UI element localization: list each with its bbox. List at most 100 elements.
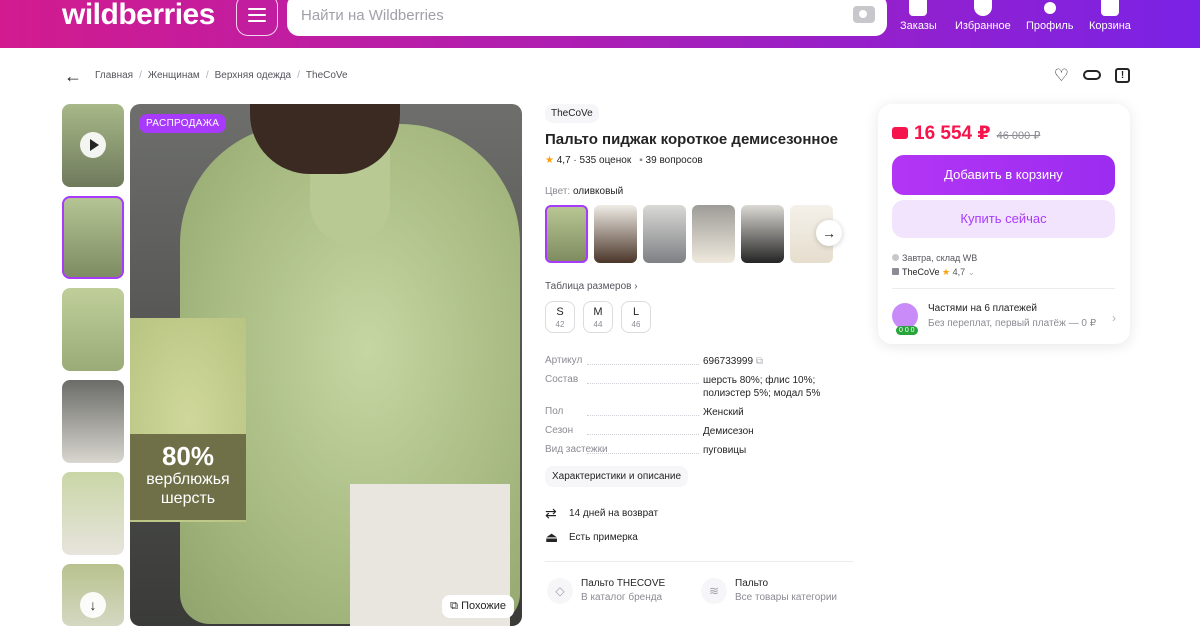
thumbnail-selected[interactable] (62, 196, 124, 279)
search-placeholder: Найти на Wildberries (301, 6, 444, 24)
brand-link-sub: В каталог бренда (581, 592, 663, 603)
breadcrumb: Главная / Женщинам / Верхняя одежда / TheCo… (95, 70, 348, 81)
nav-favorites[interactable]: Избранное (955, 0, 1011, 32)
seller-name: TheCoVe (902, 267, 940, 277)
thumbnail-video[interactable] (62, 104, 124, 187)
nav-favorites-label: Избранное (955, 20, 1011, 32)
crumb-home[interactable]: Главная (95, 70, 133, 81)
share-link-icon[interactable] (1083, 70, 1101, 80)
brand-catalog-link[interactable]: ◇ Пальто THECOVE В каталог бренда (547, 578, 665, 604)
spec-key: Вид застежки (545, 444, 703, 457)
search-input[interactable]: Найти на Wildberries (287, 0, 887, 36)
seller-link[interactable]: TheCoVe ★ 4,7 ⌄ (892, 265, 977, 279)
camel-line1: верблюжья (146, 471, 230, 488)
hanger-icon: ⏏ (545, 529, 559, 545)
installments-icon: 0 0 0 (892, 303, 918, 335)
spec-value: шерсть 80%; флис 10%; полиэстер 5%; мода… (703, 375, 821, 399)
chat-icon: ▪ (639, 155, 643, 166)
crumb-brand[interactable]: TheCoVe (306, 70, 348, 81)
category-link[interactable]: ≋ Пальто Все товары категории (701, 578, 837, 604)
color-variant[interactable] (741, 205, 784, 263)
article-value[interactable]: 696733999 ⧉ (703, 355, 855, 368)
tag-icon: ◇ (547, 578, 573, 604)
camera-search-icon[interactable] (853, 6, 875, 23)
crumb-sep: / (297, 70, 300, 81)
similar-button[interactable]: ⧉ Похожие (442, 595, 514, 618)
thumbnail[interactable] (62, 380, 124, 463)
star-icon: ★ (942, 267, 951, 277)
thumbnail[interactable] (62, 288, 124, 371)
size-ru: 44 (593, 320, 603, 329)
size-option[interactable]: S 42 (545, 301, 575, 333)
color-label-key: Цвет: (545, 186, 571, 197)
old-price: 46 000 ₽ (996, 130, 1041, 142)
crumb-outerwear[interactable]: Верхняя одежда (215, 70, 292, 81)
price-row: 16 554 ₽ 46 000 ₽ (892, 122, 1040, 145)
header: wildberries Найти на Wildberries Заказы … (0, 0, 1200, 48)
color-variants (545, 205, 833, 263)
layers-icon: ≋ (701, 578, 727, 604)
spec-row: Состав шерсть 80%; флис 10%; полиэстер 5%… (545, 374, 855, 400)
delivery-text: Завтра, склад WB (902, 253, 978, 263)
nav-cart-label: Корзина (1089, 20, 1131, 32)
product-title: Пальто пиджак короткое демисезонное (545, 131, 838, 148)
color-label: Цвет: оливковый (545, 186, 623, 197)
main-product-image[interactable]: 80% верблюжья шерсть РАСПРОДАЖА ⧉ Похожи… (130, 104, 522, 626)
installments[interactable]: 0 0 0 Частями на 6 платежей Без переплат… (892, 303, 1097, 335)
thumbnail[interactable] (62, 472, 124, 555)
product-actions: ♡ ! (1054, 66, 1130, 86)
category-link-sub: Все товары категории (735, 592, 838, 603)
size-table-label: Таблица размеров (545, 281, 632, 292)
chevron-right-icon[interactable]: › (1112, 311, 1116, 325)
logo[interactable]: wildberries (62, 0, 215, 32)
menu-button[interactable] (236, 0, 278, 36)
brand-chip[interactable]: TheCoVe (545, 104, 599, 123)
rating[interactable]: ★ 4,7 · 535 оценок (545, 155, 631, 166)
star-icon: ★ (545, 155, 554, 166)
favorite-heart-icon[interactable]: ♡ (1054, 66, 1069, 86)
price-card: 16 554 ₽ 46 000 ₽ Добавить в корзину Куп… (878, 104, 1130, 344)
spec-row: Артикул 696733999 ⧉ (545, 355, 855, 368)
crumb-sep: / (205, 70, 209, 81)
spec-value: пуговицы (703, 445, 747, 456)
cart-icon (1100, 0, 1119, 16)
thumbnail[interactable]: ↓ (62, 564, 124, 626)
crumb-sep: / (139, 70, 142, 81)
spec-key: Пол (545, 406, 703, 419)
installments-sub: Без переплат, первый платёж — 0 ₽ (928, 318, 1097, 329)
size-label: S (556, 306, 564, 318)
return-arrows-icon: ⇄ (545, 505, 557, 521)
spec-list: Артикул 696733999 ⧉ Состав шерсть 80%; фли… (545, 355, 855, 463)
size-table-link[interactable]: Таблица размеров › (545, 281, 638, 292)
report-icon[interactable]: ! (1115, 68, 1130, 83)
fitting-info: ⏏ Есть примерка (545, 529, 638, 546)
next-arrow-icon[interactable]: → (816, 220, 842, 246)
color-value: оливковый (572, 186, 624, 197)
spec-key: Состав (545, 374, 703, 400)
add-to-cart-button[interactable]: Добавить в корзину (892, 155, 1115, 195)
color-variant-olive[interactable] (545, 205, 588, 263)
heart-icon (973, 0, 992, 16)
camel-line2: шерсть (160, 490, 216, 507)
back-arrow-icon[interactable]: ← (64, 66, 82, 87)
nav-profile[interactable]: Профиль (1026, 0, 1074, 32)
buy-now-button[interactable]: Купить сейчас (892, 200, 1115, 238)
characteristics-button[interactable]: Характеристики и описание (545, 466, 689, 487)
color-variant[interactable] (643, 205, 686, 263)
questions-link[interactable]: ▪ 39 вопросов (639, 155, 703, 166)
size-option[interactable]: M 44 (583, 301, 613, 333)
scroll-down-icon[interactable]: ↓ (80, 592, 106, 618)
installments-badge: 0 0 0 (896, 326, 918, 335)
nav-orders[interactable]: Заказы (900, 0, 937, 32)
color-variant[interactable] (594, 205, 637, 263)
delivery-info: Завтра, склад WB TheCoVe ★ 4,7 ⌄ (892, 251, 977, 279)
nav-cart[interactable]: Корзина (1089, 0, 1131, 32)
copy-icon[interactable]: ⧉ (756, 356, 763, 367)
questions-count: 39 вопросов (645, 155, 703, 166)
color-variant[interactable] (692, 205, 735, 263)
similar-label: Похожие (461, 600, 506, 612)
nav-profile-label: Профиль (1026, 20, 1074, 32)
delivery-icon (892, 254, 899, 261)
size-option[interactable]: L 46 (621, 301, 651, 333)
crumb-women[interactable]: Женщинам (148, 70, 200, 81)
